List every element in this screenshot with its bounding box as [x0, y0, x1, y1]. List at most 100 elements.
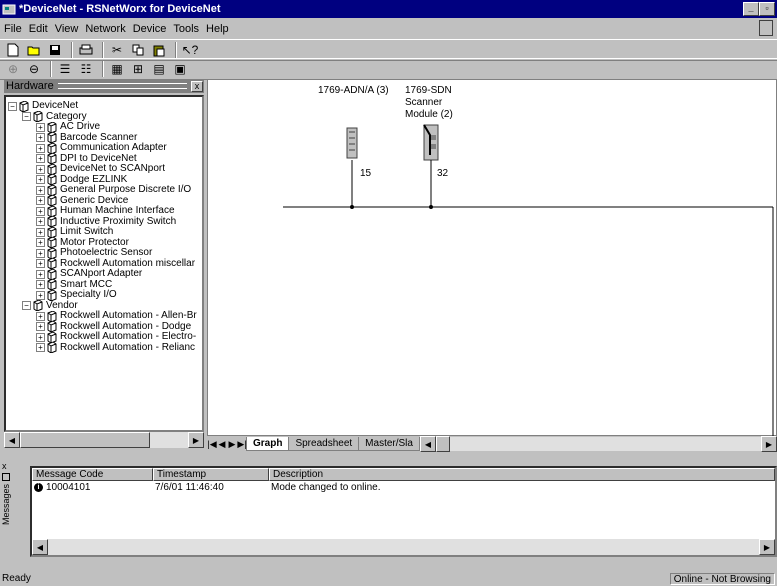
collapse-icon[interactable]: − — [22, 301, 31, 310]
node-address-32: 32 — [437, 168, 449, 179]
scroll-left-icon[interactable]: ◀ — [4, 432, 20, 448]
hardware-hscrollbar[interactable]: ◀ ▶ — [4, 432, 204, 448]
menu-device[interactable]: Device — [133, 23, 167, 35]
expand-icon[interactable]: + — [36, 217, 45, 226]
col-message-code[interactable]: Message Code — [32, 468, 153, 481]
toolbar-view: ⊕ ⊖ ☰ ☷ ▦ ⊞ ▤ ▣ — [0, 58, 777, 80]
minimize-button[interactable]: _ — [743, 2, 759, 16]
open-icon[interactable] — [25, 42, 43, 58]
expand-icon[interactable]: + — [36, 259, 45, 268]
device-label-adn: 1769-ADN/A (3) — [318, 85, 389, 96]
message-description: Mode changed to online. — [271, 482, 381, 493]
spreadsheet-icon[interactable]: ▤ — [150, 61, 168, 77]
message-timestamp: 7/6/01 11:46:40 — [155, 482, 224, 493]
menu-file[interactable]: File — [4, 23, 22, 35]
scroll-left-icon[interactable]: ◀ — [32, 539, 48, 555]
tree-item-vendor-entry[interactable]: + Rockwell Automation - Relianc — [36, 341, 195, 354]
col-description[interactable]: Description — [269, 468, 775, 481]
save-icon[interactable] — [46, 42, 64, 58]
tab-scroll-thumb[interactable] — [435, 436, 450, 452]
tab-master-slave[interactable]: Master/Sla — [358, 437, 420, 451]
expand-icon[interactable]: + — [36, 311, 45, 321]
expand-icon[interactable]: + — [36, 343, 45, 352]
tab-spreadsheet[interactable]: Spreadsheet — [288, 437, 360, 451]
messages-label: Messages — [1, 483, 11, 525]
messages-sidebar: x Messages — [0, 459, 12, 571]
view-tabs: |◀ ◀ ▶ ▶| Graph Spreadsheet Master/Sla ◀… — [207, 436, 777, 452]
expand-icon[interactable]: + — [36, 175, 45, 184]
expand-icon[interactable]: + — [36, 290, 45, 300]
expand-icon[interactable]: + — [36, 238, 45, 247]
menu-network[interactable]: Network — [85, 23, 125, 35]
close-icon[interactable]: x — [2, 461, 7, 471]
first-tab-icon[interactable]: |◀ — [207, 439, 217, 450]
copy-icon[interactable] — [129, 42, 147, 58]
collapse-icon[interactable]: − — [22, 112, 31, 121]
paste-icon[interactable] — [150, 42, 168, 58]
zoom-in-icon[interactable]: ⊕ — [4, 61, 22, 77]
expand-icon[interactable]: + — [36, 280, 45, 289]
col-timestamp[interactable]: Timestamp — [153, 468, 269, 481]
menu-tools[interactable]: Tools — [173, 23, 199, 35]
network-icon[interactable]: ▦ — [108, 61, 126, 77]
next-tab-icon[interactable]: ▶ — [227, 439, 237, 450]
node-address-15: 15 — [360, 168, 372, 179]
prev-tab-icon[interactable]: ◀ — [217, 439, 227, 450]
menu-view[interactable]: View — [55, 23, 79, 35]
close-icon[interactable]: x — [191, 80, 203, 92]
info-icon: i — [34, 483, 43, 492]
expand-icon[interactable]: + — [36, 143, 45, 153]
expand-icon[interactable]: + — [36, 154, 45, 163]
device-adn-icon[interactable] — [346, 127, 358, 159]
device-folder-icon — [47, 341, 57, 354]
scroll-right-icon[interactable]: ▶ — [759, 539, 775, 555]
expand-icon[interactable]: + — [36, 269, 45, 279]
menu-help[interactable]: Help — [206, 23, 229, 35]
window-title: *DeviceNet - RSNetWorx for DeviceNet — [19, 3, 221, 15]
new-icon[interactable] — [4, 42, 22, 58]
device-label-sdn-3: Module (2) — [405, 109, 453, 120]
status-online: Online - Not Browsing — [669, 573, 775, 585]
expand-icon[interactable]: + — [36, 185, 45, 195]
tab-scroll-right-icon[interactable]: ▶ — [761, 436, 777, 452]
tab-scroll-left-icon[interactable]: ◀ — [419, 436, 436, 452]
expand-icon[interactable]: + — [36, 122, 45, 132]
expand-icon[interactable]: + — [36, 196, 45, 205]
expand-icon[interactable]: + — [36, 248, 45, 258]
title-bar: *DeviceNet - RSNetWorx for DeviceNet _ ▫ — [0, 0, 777, 18]
messages-panel: x Messages Message Code Timestamp Descri… — [0, 459, 777, 571]
scroll-right-icon[interactable]: ▶ — [188, 432, 204, 448]
expand-icon[interactable]: + — [36, 164, 45, 174]
expand-icon[interactable]: + — [36, 332, 45, 342]
menu-edit[interactable]: Edit — [29, 23, 48, 35]
tab-graph[interactable]: Graph — [246, 437, 290, 451]
device-label-sdn-1: 1769-SDN — [405, 85, 452, 96]
help-pointer-icon[interactable]: ↖? — [181, 42, 199, 58]
expand-icon[interactable]: + — [36, 227, 45, 237]
app-icon — [2, 2, 16, 16]
message-code: 10004101 — [46, 482, 91, 493]
print-icon[interactable] — [77, 42, 95, 58]
zoom-out-icon[interactable]: ⊖ — [25, 61, 43, 77]
restore-button[interactable]: ▫ — [759, 2, 775, 16]
restore-icon[interactable] — [2, 473, 10, 481]
menu-bar: File Edit View Network Device Tools Help — [0, 19, 777, 38]
hardware-panel: Hardware x − DeviceNet − Category + AC Drive +… — [4, 79, 204, 448]
expand-icon[interactable]: + — [36, 322, 45, 331]
collapse-icon[interactable]: − — [8, 101, 17, 111]
document-icon[interactable] — [759, 20, 773, 36]
tree-view-icon[interactable]: ☰ — [56, 61, 74, 77]
status-text: Ready — [2, 573, 31, 584]
device-sdn-icon[interactable] — [423, 124, 439, 161]
messages-hscrollbar[interactable]: ◀ ▶ — [32, 539, 775, 555]
graph-view-icon[interactable]: ⊞ — [129, 61, 147, 77]
cut-icon[interactable]: ✂ — [108, 42, 126, 58]
hardware-tree: − DeviceNet − Category + AC Drive + Barcode Sca… — [4, 95, 204, 432]
expand-icon[interactable]: + — [36, 206, 45, 216]
scroll-thumb[interactable] — [20, 432, 150, 448]
expand-icon[interactable]: + — [36, 133, 45, 142]
network-graph: 1769-ADN/A (3) 1769-SDN Scanner Module (… — [207, 79, 777, 437]
hardware-title: Hardware — [6, 80, 54, 92]
outline-icon[interactable]: ☷ — [77, 61, 95, 77]
properties-icon[interactable]: ▣ — [171, 61, 189, 77]
